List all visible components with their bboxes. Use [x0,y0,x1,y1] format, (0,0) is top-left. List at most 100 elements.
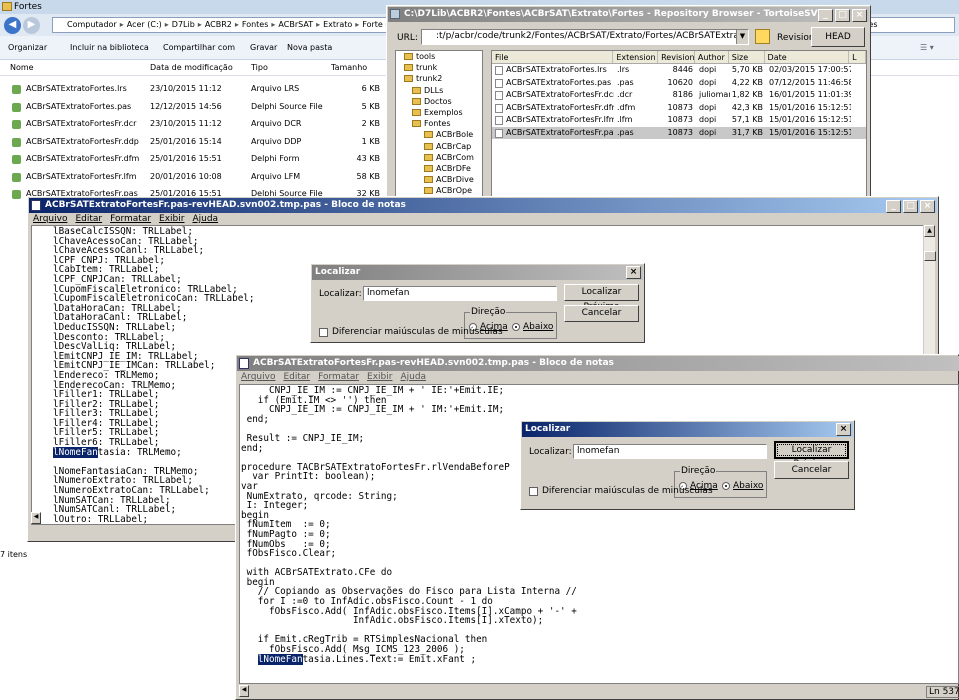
table-row[interactable]: ACBrSATExtratoFortes.lrs 23/10/2015 11:12… [0,80,390,98]
column-header[interactable]: Extension [613,51,659,63]
minimize-button[interactable]: _ [818,9,833,22]
organize-button[interactable]: Organizar [8,36,47,60]
column-size[interactable]: Tamanho [331,60,367,76]
file-size: 5 KB [361,101,380,111]
breadcrumb-item[interactable]: D7Lib [172,20,195,29]
match-case-checkbox[interactable] [319,328,328,337]
column-header[interactable]: Size [729,51,765,63]
tree-item-label: tools [416,52,436,61]
breadcrumb-item[interactable]: ACBrSAT [278,20,313,29]
folder-icon [412,120,421,128]
column-type[interactable]: Tipo [251,60,268,76]
column-header[interactable]: Revision [658,51,695,63]
cell-value: 15/01/2016 15:12:51 [769,102,851,112]
address-bar[interactable]: Computador ▸ Acer (C:) ▸ D7Lib ▸ ACBR2 ▸ Fontes ▸… [52,17,392,33]
menu-item[interactable]: Arquivo [241,371,275,384]
breadcrumb-item[interactable]: Forte [362,20,383,29]
cell-value: .lrs [617,65,630,74]
find-input[interactable]: lnomefan [573,444,767,459]
breadcrumb-item[interactable]: Fontes [242,20,269,29]
menu-item[interactable]: Exibir [367,371,392,384]
table-row[interactable]: ACBrSATExtratoFortesFr.lfm 20/01/2016 10:… [0,168,390,186]
tree-item[interactable]: tools [396,51,482,62]
tree-item[interactable]: ACBrBole [396,129,482,140]
back-button[interactable]: ◀ [4,17,21,34]
close-button[interactable]: × [920,200,935,213]
tree-item[interactable]: ACBrOpe [396,185,482,196]
find-input[interactable]: lnomefan [363,286,557,301]
horizontal-scrollbar[interactable]: ◀ [239,685,249,697]
find-next-button[interactable]: Localizar Próxima [564,284,639,312]
column-header[interactable]: File [492,51,614,63]
tree-item[interactable]: ACBrDFe [396,163,482,174]
menu-item[interactable]: Editar [283,371,310,384]
forward-button[interactable]: ▶ [23,17,40,34]
table-row[interactable]: ACBrSATExtratoFortesFr.dcr 23/10/2015 11:… [0,115,390,133]
radio-down[interactable] [512,323,520,331]
view-icon[interactable]: ☰ ▾ [920,36,934,60]
revision-button[interactable]: HEAD [811,27,865,47]
include-library-button[interactable]: Incluir na biblioteca [70,36,149,60]
find-next-button[interactable]: Localizar Próxima [774,441,849,469]
breadcrumb-item[interactable]: Extrato [323,20,352,29]
column-header[interactable]: Date [765,51,850,63]
tree-item[interactable]: Fontes [396,118,482,129]
new-folder-button[interactable]: Nova pasta [287,36,332,60]
column-header[interactable]: Author [695,51,729,63]
tree-item[interactable]: trunk2 [396,73,482,84]
table-row[interactable]: ACBrSATExtratoFortesFr.ddp 25/01/2016 15:… [0,133,390,151]
breadcrumb-item[interactable]: Computador [67,20,117,29]
close-button[interactable]: × [626,266,641,279]
maximize-button[interactable]: □ [903,200,918,213]
tree-item[interactable]: Exemplos [396,107,482,118]
notepad2-menubar: Arquivo Editar Formatar Exibir Ajuda [237,371,430,384]
horizontal-scrollbar[interactable]: ◀ [31,512,41,524]
close-button[interactable]: × [836,423,851,436]
tree-item[interactable]: trunk [396,62,482,73]
explorer-title: Fortes [14,2,42,12]
radio-down[interactable] [722,482,730,490]
table-row[interactable]: ACBrSATExtratoFortesFr.dfm .dfm 10873 dopi 4… [492,102,866,115]
repo-title: C:\D7Lib\ACBR2\Fontes\ACBrSAT\Extrato\Fo… [404,9,826,19]
file-icon [12,172,21,182]
column-date[interactable]: Data de modificação [150,60,233,76]
cell-size: 31,7 KB [730,127,766,140]
table-row[interactable]: ACBrSATExtratoFortesFr.dcr .dcr 8186 juliom… [492,89,866,102]
share-button[interactable]: Compartilhar com [163,36,235,60]
minimize-button[interactable]: _ [886,200,901,213]
burn-button[interactable]: Gravar [250,36,277,60]
tree-item[interactable]: ACBrDive [396,174,482,185]
column-name[interactable]: Nome [10,60,34,76]
tree-item[interactable]: Doctos [396,96,482,107]
breadcrumb-item[interactable]: ACBR2 [205,20,232,29]
table-row[interactable]: ACBrSATExtratoFortes.pas 12/12/2015 14:56… [0,98,390,116]
column-header[interactable]: L [849,51,866,63]
cancel-button[interactable]: Cancelar [564,305,639,322]
table-row[interactable]: ACBrSATExtratoFortesFr.pas .pas 10873 dopi 3… [492,126,866,140]
table-row[interactable]: ACBrSATExtratoFortes.pas .pas 10620 dopi 4,2… [492,77,866,90]
breadcrumb-item[interactable]: Acer (C:) [127,20,162,29]
cancel-button[interactable]: Cancelar [774,461,849,479]
file-icon [495,78,503,88]
tree-item[interactable]: DLLs [396,85,482,96]
repo-browser-window: C:\D7Lib\ACBR2\Fontes\ACBrSAT\Extrato\Fo… [386,5,871,200]
menu-item[interactable]: Ajuda [400,371,426,384]
table-row[interactable]: ACBrSATExtratoFortes.lrs .lrs 8446 dopi 5,70… [492,64,866,77]
url-combo[interactable]: :t/p/acbr/code/trunk2/Fontes/ACBrSAT/Ext… [421,29,749,45]
tree-item-label: Fontes [424,119,451,129]
file-icon [12,155,21,164]
chevron-down-icon[interactable]: ▼ [736,30,748,44]
table-row[interactable]: ACBrSATExtratoFortesFr.lfm .lfm 10873 dopi 5… [492,114,866,127]
table-row[interactable]: ACBrSATExtratoFortesFr.dfm 25/01/2016 15:… [0,150,390,168]
maximize-button[interactable]: □ [835,9,850,22]
close-button[interactable]: × [852,9,867,22]
cell-size: 42,3 KB [730,102,766,115]
revision-icon[interactable] [755,29,770,44]
menu-item[interactable]: Formatar [318,371,359,384]
match-case-checkbox[interactable] [529,487,538,496]
tree-item[interactable]: ACBrCom [396,152,482,163]
code-line: fNumItem := 0; [241,519,331,531]
cell-author: dopi [696,127,730,140]
folder-icon [424,187,433,195]
tree-item[interactable]: ACBrCap [396,141,482,152]
